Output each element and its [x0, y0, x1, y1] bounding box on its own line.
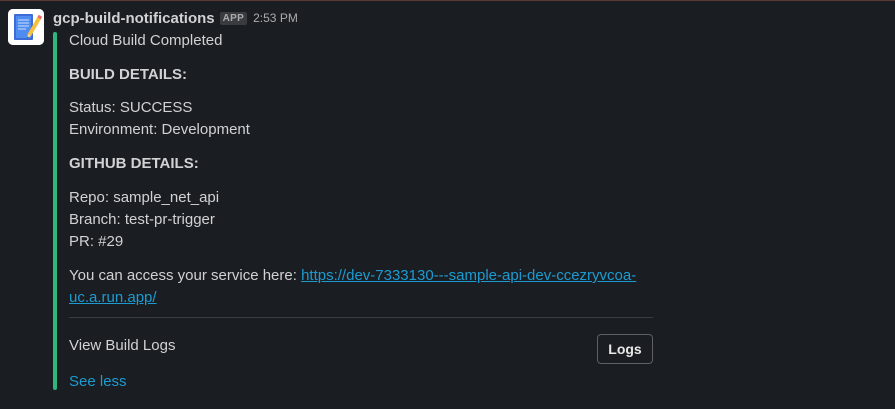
service-access-line: You can access your service here: https:… [69, 265, 636, 287]
app-name[interactable]: gcp-build-notifications [53, 10, 215, 27]
message-timestamp[interactable]: 2:53 PM [253, 11, 298, 25]
app-avatar[interactable] [8, 9, 44, 45]
service-url-link-continued[interactable]: uc.a.run.app/ [69, 289, 157, 306]
notepad-pencil-icon [8, 9, 44, 45]
attachment-title: Cloud Build Completed [69, 32, 223, 49]
attachment-accent-bar [53, 32, 57, 390]
top-border [0, 0, 895, 1]
github-branch: Branch: test-pr-trigger [69, 211, 215, 228]
build-status: Status: SUCCESS [69, 99, 193, 116]
github-details-heading: GITHUB DETAILS: [69, 155, 199, 172]
app-badge: APP [219, 11, 248, 25]
github-repo: Repo: sample_net_api [69, 189, 220, 206]
view-build-logs-label: View Build Logs [69, 337, 176, 354]
logs-button[interactable]: Logs [597, 334, 653, 364]
build-environment: Environment: Development [69, 121, 250, 138]
service-url-link[interactable]: https://dev-7333130---sample-api-dev-cce… [301, 267, 636, 284]
message-header: gcp-build-notifications APP 2:53 PM [53, 8, 298, 28]
see-less-link[interactable]: See less [69, 371, 127, 393]
github-pr: PR: #29 [69, 233, 124, 250]
service-url-continuation: uc.a.run.app/ [69, 287, 157, 309]
service-access-text: You can access your service here: [69, 267, 302, 284]
attachment-divider [69, 317, 653, 318]
build-details-heading: BUILD DETAILS: [69, 66, 188, 83]
